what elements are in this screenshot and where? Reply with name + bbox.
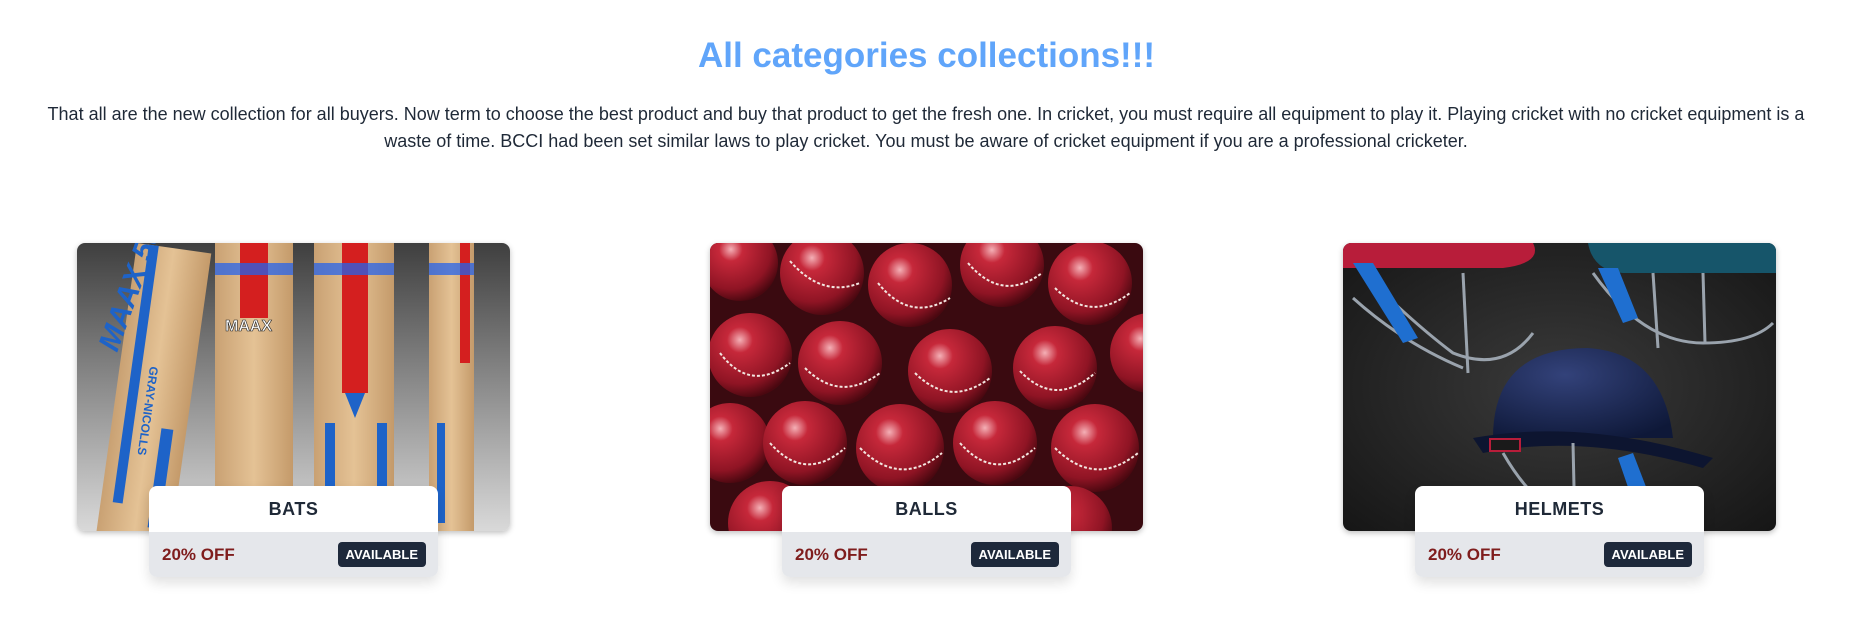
discount-label: 20% OFF	[162, 544, 235, 564]
category-card-bats[interactable]: GRAY-NICOLLS MAAX 50 MAAX BATS 20% OFF A…	[77, 243, 510, 583]
intro-paragraph: That all are the new collection for all …	[47, 104, 1805, 151]
bats-info-panel: BATS 20% OFF AVAILABLE	[149, 486, 438, 577]
helmets-info-panel: HELMETS 20% OFF AVAILABLE	[1415, 486, 1704, 577]
category-name: BATS	[149, 486, 438, 532]
available-badge[interactable]: AVAILABLE	[1603, 542, 1692, 567]
discount-label: 20% OFF	[795, 544, 868, 564]
category-name: HELMETS	[1415, 486, 1704, 532]
info-footer: 20% OFF AVAILABLE	[149, 532, 438, 577]
category-name: BALLS	[782, 486, 1071, 532]
balls-info-panel: BALLS 20% OFF AVAILABLE	[782, 486, 1071, 577]
bat-model-text: MAAX	[225, 318, 272, 335]
available-badge[interactable]: AVAILABLE	[337, 542, 426, 567]
discount-label: 20% OFF	[1428, 544, 1501, 564]
info-footer: 20% OFF AVAILABLE	[782, 532, 1071, 577]
category-card-helmets[interactable]: HELMETS 20% OFF AVAILABLE	[1343, 243, 1776, 583]
info-footer: 20% OFF AVAILABLE	[1415, 532, 1704, 577]
available-badge[interactable]: AVAILABLE	[970, 542, 1059, 567]
category-card-balls[interactable]: BALLS 20% OFF AVAILABLE	[710, 243, 1143, 583]
page-title: All categories collections!!!	[697, 36, 1156, 75]
